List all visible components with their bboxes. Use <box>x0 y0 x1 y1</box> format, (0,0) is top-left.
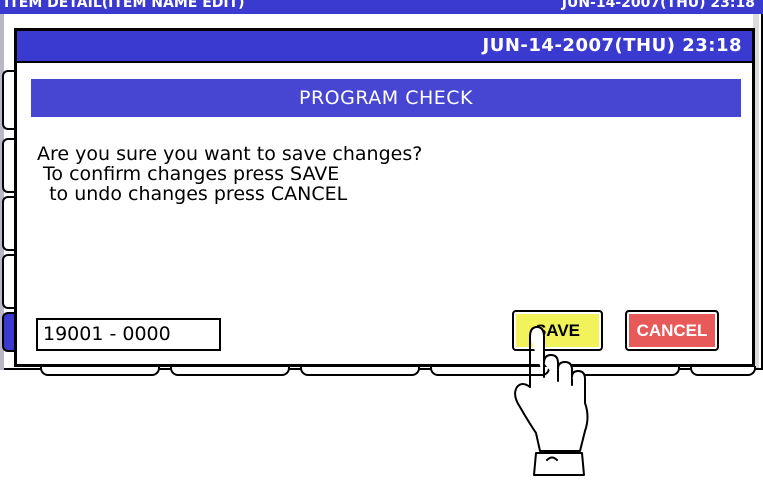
dialog-title-bar: JUN-14-2007(THU) 23:18 <box>17 31 752 63</box>
background-bottom-tab[interactable] <box>40 366 160 376</box>
background-datetime: JUN-14-2007(THU) 23:18 <box>561 0 755 11</box>
background-bottom-tab[interactable] <box>690 366 756 376</box>
message-line: To confirm changes press SAVE <box>37 163 340 185</box>
background-bottom-tab[interactable] <box>430 366 550 376</box>
cancel-button[interactable]: CANCEL <box>625 310 719 351</box>
message-line: to undo changes press CANCEL <box>37 183 348 205</box>
background-title: ITEM DETAIL(ITEM NAME EDIT) <box>4 0 245 11</box>
save-button[interactable]: SAVE <box>512 310 603 351</box>
dialog-heading: PROGRAM CHECK <box>31 79 741 117</box>
background-bottom-tab[interactable] <box>170 366 290 376</box>
record-code-field: 19001 - 0000 <box>36 318 221 351</box>
background-title-bar: ITEM DETAIL(ITEM NAME EDIT) JUN-14-2007(… <box>0 0 763 14</box>
dialog-datetime: JUN-14-2007(THU) 23:18 <box>482 35 742 56</box>
background-bottom-tab[interactable] <box>560 366 680 376</box>
message-line: Are you sure you want to save changes? <box>37 143 423 165</box>
program-check-dialog: JUN-14-2007(THU) 23:18 PROGRAM CHECK Are… <box>14 28 755 367</box>
screen: ITEM DETAIL(ITEM NAME EDIT) JUN-14-2007(… <box>0 0 763 483</box>
background-bottom-tab[interactable] <box>300 366 420 376</box>
